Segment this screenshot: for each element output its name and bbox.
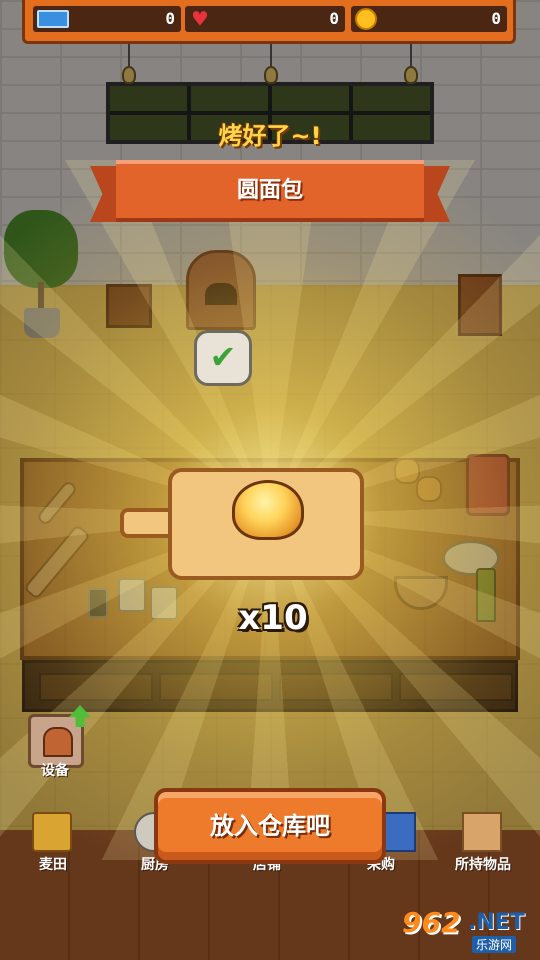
quantity-label: x10 — [238, 598, 308, 638]
baked-headline: 烤好了~! — [218, 122, 322, 150]
heart-icon: ♥ — [192, 5, 208, 33]
coin-icon — [355, 8, 377, 30]
watermark-number: 962 — [402, 906, 461, 939]
put-in-warehouse-button[interactable]: 放入仓库吧 — [154, 788, 386, 864]
ticket-counter: 0 — [33, 6, 181, 32]
checkmark-icon: ✔ — [194, 330, 252, 386]
nav-inventory[interactable]: 所持物品 — [438, 808, 528, 878]
ticket-icon — [37, 10, 69, 28]
watermark-site-name: 乐游网 — [472, 936, 517, 953]
inventory-box-icon — [462, 812, 502, 852]
equipment-label: 设备 — [41, 763, 69, 779]
status-bar: 0 ♥ 0 0 — [22, 0, 516, 44]
cutting-board-handle — [120, 508, 172, 538]
coin-count: 0 — [491, 9, 501, 28]
ticket-count: 0 — [165, 9, 175, 28]
wheat-field-icon — [32, 812, 72, 852]
oven-icon — [43, 727, 73, 757]
watermark-net: .NET — [468, 910, 525, 935]
coin-counter: 0 — [351, 6, 507, 32]
item-name-ribbon: 圆面包 — [90, 160, 450, 238]
nav-wheat-field[interactable]: 麦田 — [8, 808, 98, 878]
heart-count: 0 — [329, 9, 339, 28]
item-name: 圆面包 — [116, 160, 424, 222]
nav-label: 所持物品 — [455, 857, 511, 873]
site-watermark: 962 .NET 乐游网 — [402, 906, 532, 956]
heart-counter: ♥ 0 — [185, 6, 345, 32]
nav-label: 麦田 — [39, 857, 67, 873]
round-bread-icon — [232, 480, 304, 540]
